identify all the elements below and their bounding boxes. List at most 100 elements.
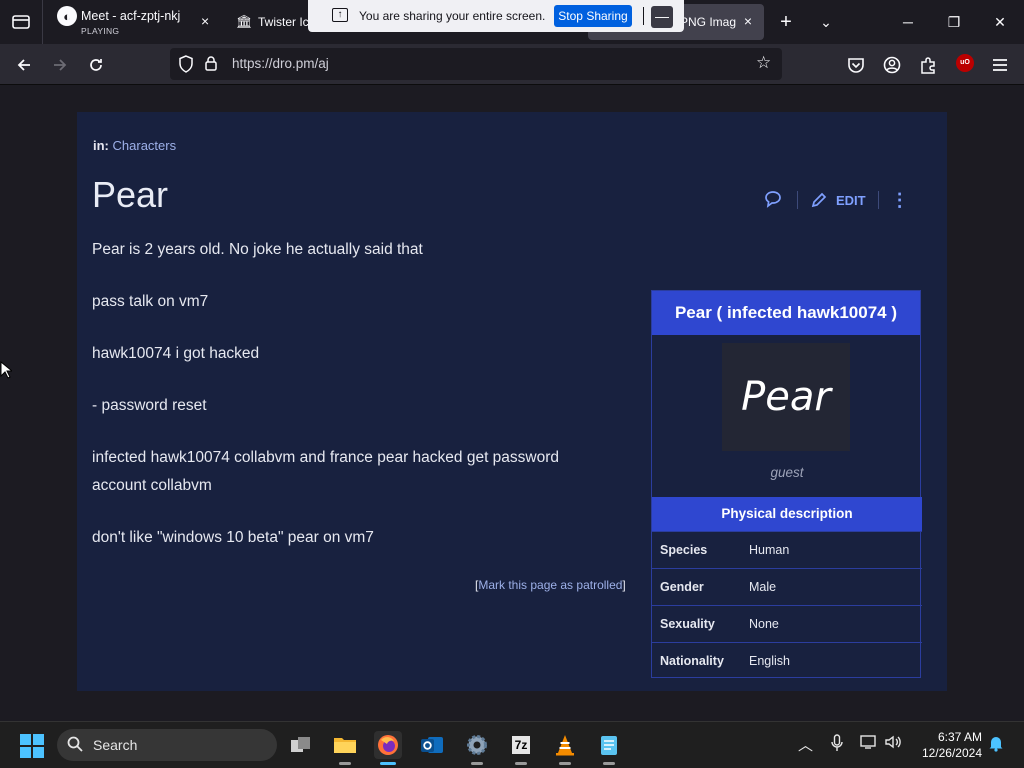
firefox-view-icon <box>12 15 30 29</box>
tab-close-icon[interactable]: × <box>744 13 752 29</box>
row-value: Human <box>749 543 790 557</box>
row-key: Nationality <box>660 654 724 668</box>
account-button[interactable] <box>880 53 904 77</box>
tab-twister[interactable]: 🏛 Twister Ic <box>236 0 316 44</box>
infobox-row-species: Species Human <box>652 531 922 568</box>
back-button[interactable] <box>12 53 36 77</box>
bookmark-star-icon[interactable]: ☆ <box>756 53 771 73</box>
paragraph: hawk10074 i got hacked <box>92 345 260 362</box>
tab-close-icon[interactable]: × <box>201 13 209 29</box>
system-clock[interactable]: 6:37 AM 12/26/2024 <box>912 729 982 761</box>
windows-logo-icon <box>33 734 44 745</box>
list-all-tabs-button[interactable]: ⌄ <box>814 10 838 34</box>
breadcrumb: in: Characters <box>93 138 176 153</box>
back-arrow-icon <box>17 59 30 71</box>
puzzle-icon <box>921 57 935 74</box>
row-value: None <box>749 617 779 631</box>
7zip-icon: 7z <box>511 736 531 754</box>
outlook-button[interactable] <box>418 731 446 759</box>
running-indicator <box>471 762 483 765</box>
network-icon[interactable] <box>860 734 878 754</box>
task-view-button[interactable] <box>287 731 315 759</box>
microphone-icon[interactable] <box>830 734 844 756</box>
comment-button[interactable] <box>763 189 785 211</box>
search-icon <box>67 736 83 757</box>
more-options-icon[interactable]: ⋮ <box>891 190 909 211</box>
app-menu-button[interactable] <box>988 53 1012 77</box>
running-indicator <box>559 762 571 765</box>
extensions-button[interactable] <box>916 53 940 77</box>
running-indicator <box>339 762 351 765</box>
reload-icon <box>90 59 102 71</box>
running-indicator <box>515 762 527 765</box>
notification-bell-icon[interactable] <box>988 734 1004 756</box>
row-value: Male <box>749 580 777 594</box>
paragraph: infected hawk10074 collabvm and france p… <box>92 449 560 494</box>
row-key: Species <box>660 543 708 557</box>
infobox-row-nationality: Nationality English <box>652 642 922 679</box>
folder-icon <box>334 738 356 753</box>
minimize-window-button[interactable]: ─ <box>898 12 918 32</box>
divider <box>797 191 798 209</box>
infobox-title: Pear ( infected hawk10074 ) <box>652 291 920 335</box>
notepad-icon <box>601 736 617 755</box>
vlc-button[interactable] <box>551 731 579 765</box>
file-explorer-button[interactable] <box>331 731 359 765</box>
tab-bar: ◐ Meet - acf-zptj-nkj PLAYING × 🏛 Twiste… <box>0 0 1024 44</box>
screen-sharing-bar: ↑ You are sharing your entire screen. St… <box>308 0 684 32</box>
paragraph: - password reset <box>92 397 207 414</box>
windows-logo-icon <box>33 747 44 758</box>
row-key: Sexuality <box>660 617 715 631</box>
account-icon <box>883 56 901 74</box>
patrol-bracket-close: ] <box>622 578 626 592</box>
running-indicator <box>603 762 615 765</box>
start-button[interactable] <box>20 734 44 758</box>
bank-icon: 🏛 <box>236 14 253 29</box>
new-tab-button[interactable]: + <box>774 10 798 34</box>
edit-label: EDIT <box>836 192 866 208</box>
tab-title: Twister Ic <box>258 15 309 29</box>
firefox-button[interactable] <box>374 731 402 765</box>
character-image[interactable]: Pear <box>722 343 850 451</box>
clock-time: 6:37 AM <box>937 730 982 744</box>
share-screen-icon: ↑ <box>332 8 348 22</box>
address-bar[interactable]: https://dro.pm/aj ☆ <box>170 48 782 80</box>
notepad-button[interactable] <box>595 731 623 765</box>
article-card: in: Characters Pear EDIT ⋮ Pear is 2 yea… <box>77 112 947 691</box>
volume-icon[interactable] <box>884 734 902 754</box>
infobox-row-gender: Gender Male <box>652 568 922 605</box>
mark-patrolled-link[interactable]: Mark this page as patrolled <box>478 578 622 592</box>
7zip-button[interactable]: 7z <box>507 731 535 765</box>
edit-button[interactable]: EDIT <box>810 191 866 209</box>
ublock-origin-icon[interactable]: uO <box>956 54 974 72</box>
restore-window-button[interactable]: ❐ <box>944 12 964 32</box>
row-key: Gender <box>660 580 704 594</box>
windows-taskbar: Search 7z ︿ 6:37 AM 12/26/2024 <box>0 721 1024 768</box>
tracking-protection-shield-icon[interactable] <box>178 55 194 76</box>
speech-bubble-icon <box>765 191 781 208</box>
tab-title: Meet - acf-zptj-nkj <box>81 9 181 23</box>
sharing-message: You are sharing your entire screen. <box>359 9 546 23</box>
lock-icon[interactable] <box>204 55 218 74</box>
close-window-button[interactable]: ✕ <box>990 12 1010 32</box>
firefox-icon <box>378 735 398 755</box>
reload-button[interactable] <box>84 53 108 77</box>
show-hidden-icons-chevron-icon[interactable]: ︿ <box>798 734 813 755</box>
clock-date: 12/26/2024 <box>921 746 982 760</box>
paragraph: Pear is 2 years old. No joke he actually… <box>92 241 423 258</box>
tab-meet[interactable]: ◐ Meet - acf-zptj-nkj PLAYING × <box>42 0 222 44</box>
forward-button[interactable] <box>48 53 72 77</box>
windows-logo-icon <box>20 747 31 758</box>
url-text[interactable]: https://dro.pm/aj <box>232 56 329 71</box>
tab-title: PNG Imag <box>680 15 737 29</box>
breadcrumb-link-characters[interactable]: Characters <box>113 138 177 153</box>
minimize-sharing-bar-button[interactable]: — <box>651 6 673 28</box>
stop-sharing-button[interactable]: Stop Sharing <box>554 5 632 27</box>
divider <box>643 7 644 25</box>
taskbar-search-box[interactable]: Search <box>57 729 277 761</box>
tab-playing-label: PLAYING <box>81 26 120 36</box>
firefox-view-button[interactable] <box>8 8 34 36</box>
pocket-button[interactable] <box>844 53 868 77</box>
patrol-notice: [Mark this page as patrolled] <box>475 578 626 592</box>
settings-button[interactable] <box>463 731 491 765</box>
